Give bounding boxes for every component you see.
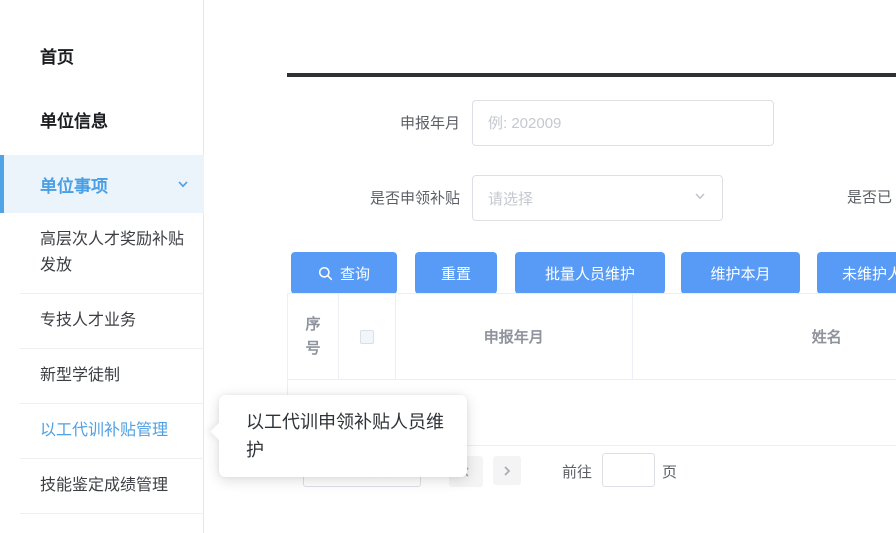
sidebar-item-label: 技能鉴定成绩管理: [40, 477, 169, 494]
next-page-button[interactable]: [493, 456, 521, 485]
tooltip-text: 以工代训申领补贴人员维护: [246, 412, 444, 460]
right-form-label-cutoff: 是否已: [847, 189, 893, 206]
search-icon: [318, 266, 333, 280]
column-header-index: 序号: [288, 294, 339, 379]
unmaintained-people-button[interactable]: 未维护人员: [817, 252, 896, 294]
menu-tooltip: 以工代训申领补贴人员维护: [210, 395, 467, 477]
section-divider: [287, 73, 896, 77]
tooltip-arrow: [210, 422, 229, 441]
sidebar-item-apprenticeship[interactable]: 新型学徒制: [20, 349, 204, 404]
maintain-current-month-button[interactable]: 维护本月: [681, 252, 800, 294]
select-placeholder: 请选择: [488, 190, 534, 208]
chevron-down-icon: [693, 189, 707, 208]
table-header-row: 序号 申报年月 姓名: [287, 293, 896, 380]
report-month-label: 申报年月: [399, 115, 460, 132]
select-all-checkbox[interactable]: [359, 329, 374, 344]
sidebar-item-label: 新型学徒制: [40, 367, 121, 384]
page-unit-label: 页: [662, 464, 678, 481]
subsidy-claim-label: 是否申领补贴: [369, 190, 460, 207]
column-header-name: 姓名: [633, 294, 896, 379]
batch-maintain-button[interactable]: 批量人员维护: [515, 252, 665, 294]
reset-button[interactable]: 重置: [415, 252, 497, 294]
column-header-checkbox: [339, 294, 396, 379]
sidebar-item-skill-assessment[interactable]: 技能鉴定成绩管理: [20, 459, 204, 514]
sidebar-item-home[interactable]: 首页: [40, 46, 74, 70]
goto-page-label: 前往: [562, 464, 593, 481]
chevron-right-icon: [504, 465, 511, 476]
subsidy-claim-select[interactable]: 请选择: [472, 175, 723, 221]
sidebar: 首页 单位信息 单位事项 高层次人才奖励补贴发放 专技人才业务 新型学徒制 以工…: [0, 0, 204, 533]
query-button-label: 查询: [339, 265, 370, 283]
sidebar-item-label: 专技人才业务: [40, 312, 137, 329]
sidebar-item-unit-matters[interactable]: 单位事项: [0, 155, 204, 213]
sidebar-item-unit-info[interactable]: 单位信息: [40, 110, 108, 134]
report-month-input[interactable]: [472, 100, 774, 146]
sidebar-item-work-training-subsidy[interactable]: 以工代训补贴管理: [20, 404, 204, 459]
query-button[interactable]: 查询: [291, 252, 397, 294]
chevron-down-icon: [176, 177, 190, 196]
goto-page-input[interactable]: [602, 453, 655, 487]
sidebar-item-label: 单位事项: [40, 176, 108, 196]
sidebar-item-professional-talent[interactable]: 专技人才业务: [20, 294, 204, 349]
sidebar-submenu: 高层次人才奖励补贴发放 专技人才业务 新型学徒制 以工代训补贴管理 技能鉴定成绩…: [20, 213, 204, 514]
column-header-report-month: 申报年月: [396, 294, 633, 379]
sidebar-item-highlevel-talent[interactable]: 高层次人才奖励补贴发放: [20, 213, 204, 294]
sidebar-item-label: 高层次人才奖励补贴发放: [40, 231, 185, 274]
sidebar-item-label: 以工代训补贴管理: [40, 422, 169, 439]
